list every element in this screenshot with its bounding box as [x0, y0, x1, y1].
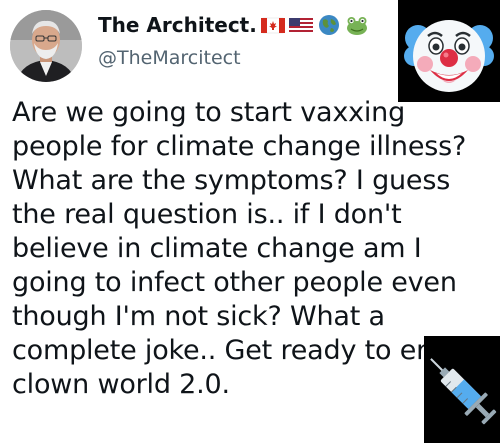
syringe-emoji: [424, 336, 500, 443]
globe-icon: [317, 13, 341, 37]
frog-icon: [345, 13, 369, 37]
clown-face-emoji: [398, 0, 500, 102]
handle[interactable]: @TheMarcitect: [98, 46, 241, 70]
display-name-row[interactable]: The Architect.: [98, 12, 369, 38]
avatar[interactable]: [10, 10, 82, 82]
display-name[interactable]: The Architect.: [98, 12, 257, 38]
canada-flag-icon: [260, 13, 286, 37]
us-flag-icon: [288, 13, 313, 37]
